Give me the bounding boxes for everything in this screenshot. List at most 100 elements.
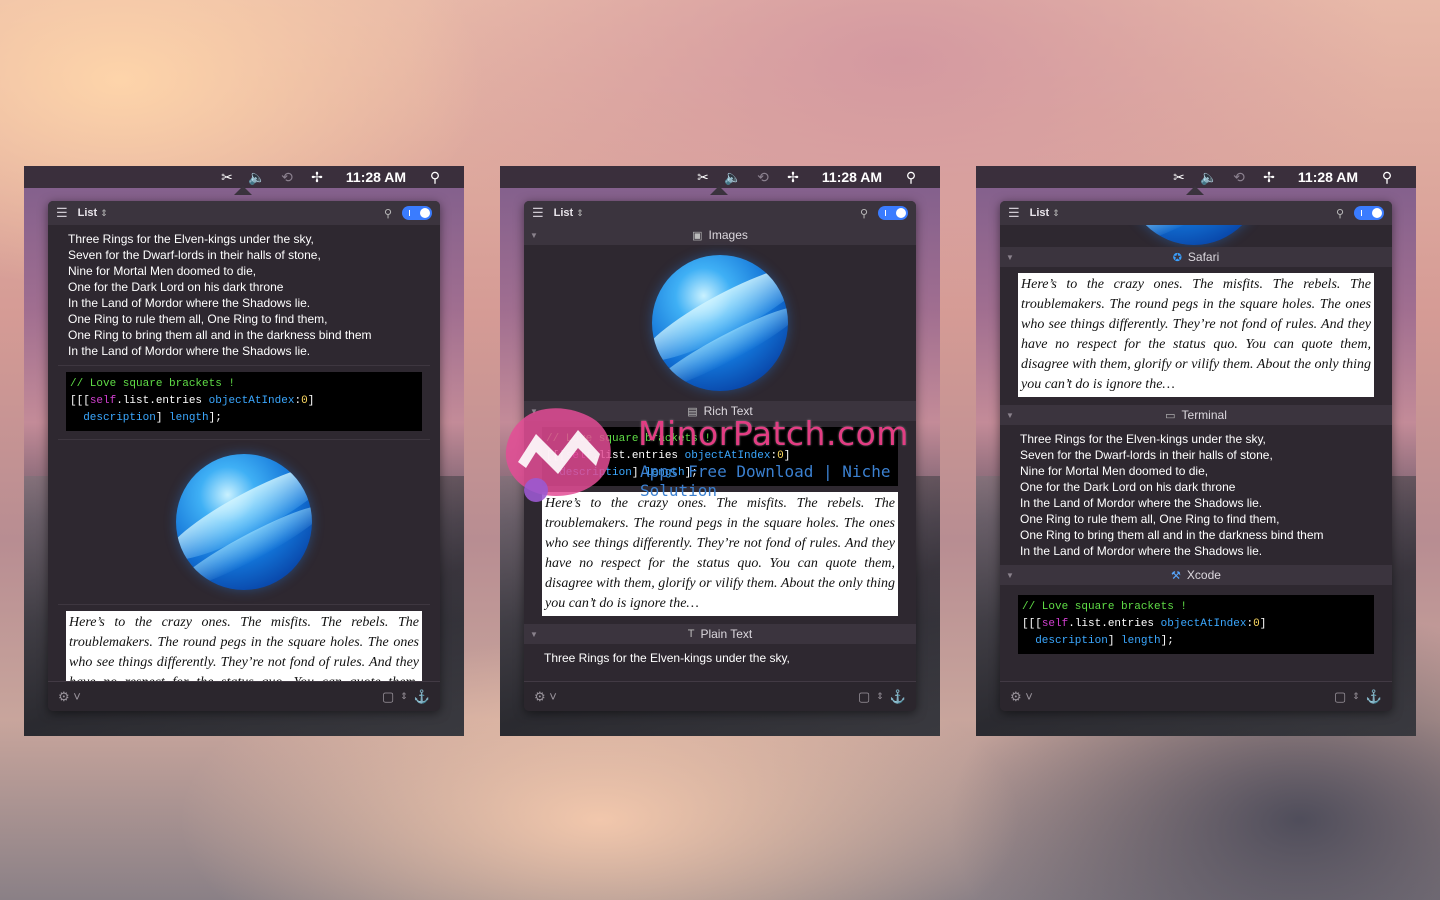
enable-toggle[interactable] <box>1354 206 1384 220</box>
chevron-updown-icon[interactable]: ⇕ <box>576 208 584 219</box>
menu-bar: ✂ 🔈 ⟲ ✢ 11:28 AM ⚲ <box>500 166 940 188</box>
scissors-icon[interactable]: ✂ <box>212 166 242 188</box>
section-header-xcode[interactable]: ▼ ⚒ Xcode <box>1000 565 1392 585</box>
folder-icon[interactable]: ▢ <box>382 689 394 705</box>
poem-line: Three Rings for the Elven-kings under th… <box>544 651 790 665</box>
screenshot-2: ✂ 🔈 ⟲ ✢ 11:28 AM ⚲ ☰ List ⇕ ⚲ ▼ ▣ Images… <box>500 166 940 736</box>
panel-footer: ⚙ ˅ ▢ ⇕ ⚓ <box>48 681 440 711</box>
enable-toggle[interactable] <box>402 206 432 220</box>
globe-image <box>1126 225 1262 245</box>
section-title: Rich Text <box>703 404 753 418</box>
clip-list: ▼ ✪ Safari Here’s to the crazy ones. The… <box>1000 225 1392 681</box>
time-machine-icon[interactable]: ⟲ <box>748 166 778 188</box>
poem-line: One Ring to bring them all and in the da… <box>68 328 372 342</box>
section-header-safari[interactable]: ▼ ✪ Safari <box>1000 247 1392 267</box>
volume-icon[interactable]: 🔈 <box>1194 166 1224 188</box>
spotlight-icon[interactable]: ⚲ <box>896 166 926 188</box>
menu-icon[interactable]: ☰ <box>532 205 544 221</box>
spotlight-icon[interactable]: ⚲ <box>420 166 450 188</box>
disclosure-triangle-icon[interactable]: ▼ <box>1006 571 1014 580</box>
list-selector[interactable]: List <box>554 207 574 219</box>
clip-plain-text[interactable]: Three Rings for the Elven-kings under th… <box>48 225 440 365</box>
section-header-terminal[interactable]: ▼ ▭ Terminal <box>1000 405 1392 425</box>
popover-caret <box>1186 186 1204 195</box>
disclosure-triangle-icon[interactable]: ▼ <box>530 407 538 416</box>
clip-rich-text[interactable]: Here’s to the crazy ones. The misfits. T… <box>542 492 898 616</box>
anchor-icon[interactable]: ⚓ <box>414 689 430 705</box>
time-machine-icon[interactable]: ⟲ <box>272 166 302 188</box>
disclosure-triangle-icon[interactable]: ▼ <box>530 630 538 639</box>
disclosure-triangle-icon[interactable]: ▼ <box>1006 411 1014 420</box>
clip-code[interactable]: // Love square brackets ! [[[self.list.e… <box>66 372 422 431</box>
clip-image[interactable] <box>48 440 440 604</box>
poem-line: Three Rings for the Elven-kings under th… <box>68 232 314 246</box>
section-title: Safari <box>1187 250 1220 264</box>
menu-icon[interactable]: ☰ <box>1008 205 1020 221</box>
clip-rich-text[interactable]: Here’s to the crazy ones. The misfits. T… <box>66 611 422 681</box>
disclosure-triangle-icon[interactable]: ▼ <box>530 231 538 240</box>
clipboard-panel: ☰ List ⇕ ⚲ ▼ ▣ Images ▼ ▤ Rich Text // L… <box>524 201 916 711</box>
code-comment: // Love square brackets ! <box>70 378 236 390</box>
panel-toolbar: ☰ List ⇕ ⚲ <box>1000 201 1392 225</box>
clipboard-panel: ☰ List ⇕ ⚲ ▼ ✪ Safari Here’s to the craz… <box>1000 201 1392 711</box>
chevron-updown-icon[interactable]: ⇕ <box>1352 691 1360 702</box>
clip-image[interactable] <box>1000 225 1392 247</box>
anchor-icon[interactable]: ⚓ <box>1366 689 1382 705</box>
chevron-updown-icon[interactable]: ⇕ <box>876 691 884 702</box>
gear-icon[interactable]: ⚙ ˅ <box>1010 689 1033 705</box>
bluetooth-icon[interactable]: ✢ <box>778 166 808 188</box>
list-selector[interactable]: List <box>78 207 98 219</box>
clip-rich-text[interactable]: Here’s to the crazy ones. The misfits. T… <box>1018 273 1374 397</box>
poem-line: Nine for Mortal Men doomed to die, <box>68 264 257 278</box>
poem-line: Seven for the Dwarf-lords in their halls… <box>1020 448 1273 462</box>
image-icon: ▣ <box>692 229 703 242</box>
panel-footer: ⚙ ˅ ▢ ⇕ ⚓ <box>524 681 916 711</box>
poem-line: Three Rings for the Elven-kings under th… <box>1020 432 1266 446</box>
scissors-icon[interactable]: ✂ <box>1164 166 1194 188</box>
chevron-updown-icon[interactable]: ⇕ <box>100 208 108 219</box>
section-header-plain-text[interactable]: ▼ T Plain Text <box>524 624 916 644</box>
bluetooth-icon[interactable]: ✢ <box>302 166 332 188</box>
panel-toolbar: ☰ List ⇕ ⚲ <box>524 201 916 225</box>
clip-code[interactable]: // Love square brackets ! [[[self.list.e… <box>542 427 898 486</box>
disclosure-triangle-icon[interactable]: ▼ <box>1006 253 1014 262</box>
chevron-updown-icon[interactable]: ⇕ <box>400 691 408 702</box>
menu-clock[interactable]: 11:28 AM <box>332 169 420 185</box>
folder-icon[interactable]: ▢ <box>858 689 870 705</box>
poem-line: Seven for the Dwarf-lords in their halls… <box>68 248 321 262</box>
time-machine-icon[interactable]: ⟲ <box>1224 166 1254 188</box>
bluetooth-icon[interactable]: ✢ <box>1254 166 1284 188</box>
text-icon: T <box>687 628 695 640</box>
gear-icon[interactable]: ⚙ ˅ <box>58 689 81 705</box>
menu-icon[interactable]: ☰ <box>56 205 68 221</box>
popover-caret <box>710 186 728 195</box>
folder-icon[interactable]: ▢ <box>1334 689 1346 705</box>
spotlight-icon[interactable]: ⚲ <box>1372 166 1402 188</box>
clip-image[interactable] <box>524 245 916 401</box>
popover-caret <box>234 186 252 195</box>
menu-clock[interactable]: 11:28 AM <box>808 169 896 185</box>
chevron-updown-icon[interactable]: ⇕ <box>1052 208 1060 219</box>
clip-list: ▼ ▣ Images ▼ ▤ Rich Text // Love square … <box>524 225 916 681</box>
volume-icon[interactable]: 🔈 <box>718 166 748 188</box>
search-icon[interactable]: ⚲ <box>1336 207 1344 220</box>
volume-icon[interactable]: 🔈 <box>242 166 272 188</box>
anchor-icon[interactable]: ⚓ <box>890 689 906 705</box>
menu-bar: ✂ 🔈 ⟲ ✢ 11:28 AM ⚲ <box>24 166 464 188</box>
enable-toggle[interactable] <box>878 206 908 220</box>
poem-line: One for the Dark Lord on his dark throne <box>68 280 284 294</box>
search-icon[interactable]: ⚲ <box>860 207 868 220</box>
scissors-icon[interactable]: ✂ <box>688 166 718 188</box>
section-header-rich-text[interactable]: ▼ ▤ Rich Text <box>524 401 916 421</box>
list-selector[interactable]: List <box>1030 207 1050 219</box>
gear-icon[interactable]: ⚙ ˅ <box>534 689 557 705</box>
poem-line: In the Land of Mordor where the Shadows … <box>1020 544 1263 558</box>
section-header-images[interactable]: ▼ ▣ Images <box>524 225 916 245</box>
poem-line: In the Land of Mordor where the Shadows … <box>68 296 311 310</box>
clip-plain-text[interactable]: Three Rings for the Elven-kings under th… <box>524 644 916 672</box>
menu-clock[interactable]: 11:28 AM <box>1284 169 1372 185</box>
clip-plain-text[interactable]: Three Rings for the Elven-kings under th… <box>1000 425 1392 565</box>
clip-code[interactable]: // Love square brackets ! [[[self.list.e… <box>1018 595 1374 654</box>
globe-image <box>176 454 312 590</box>
search-icon[interactable]: ⚲ <box>384 207 392 220</box>
